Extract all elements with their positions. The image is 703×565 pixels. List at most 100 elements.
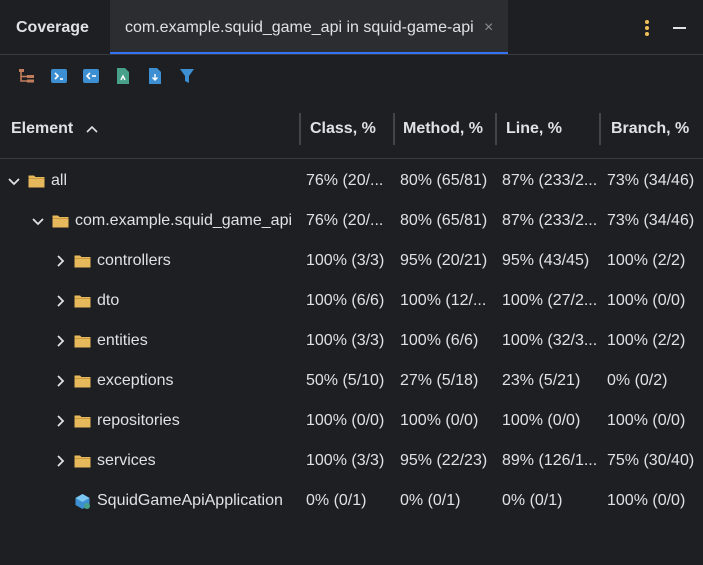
method-coverage-cell: 27% (5/18) [400,372,479,389]
table-header: Element Class, % Method, % Line, % Branc… [0,101,703,159]
branch-coverage-cell: 73% (34/46) [607,212,695,229]
class-coverage-cell: 76% (20/... [306,172,384,189]
method-coverage-cell: 0% (0/1) [400,492,461,509]
chevron-right-icon[interactable] [52,333,68,349]
line-coverage-cell: 23% (5/21) [502,372,581,389]
table-row[interactable]: controllers 100% (3/3) 95% (20/21) 95% (43/… [0,241,703,281]
line-coverage-cell: 87% (233/2... [502,212,598,229]
column-divider[interactable] [393,113,395,145]
line-coverage-cell: 0% (0/1) [502,492,563,509]
element-cell: services [52,441,156,481]
line-coverage-cell: 100% (0/0) [502,412,581,429]
element-name: entities [97,332,148,349]
chevron-right-icon[interactable] [52,413,68,429]
element-name: exceptions [97,372,174,389]
method-coverage-cell: 80% (65/81) [400,172,488,189]
more-options-icon[interactable] [641,20,653,36]
table-row[interactable]: entities 100% (3/3) 100% (6/6) 100% (32/3..… [0,321,703,361]
column-header-element[interactable]: Element [11,120,98,138]
table-row[interactable]: all 76% (20/... 80% (65/81) 87% (233/2... 73… [0,161,703,201]
flatten-packages-icon[interactable] [18,67,36,85]
folder-icon [74,334,91,348]
column-header-method[interactable]: Method, % [403,120,483,138]
line-coverage-cell: 95% (43/45) [502,252,590,269]
table-row[interactable]: SquidGameApiApplication 0% (0/1) 0% (0/1) 0… [0,481,703,521]
line-coverage-cell: 100% (27/2... [502,292,598,309]
line-coverage-cell: 89% (126/1... [502,452,598,469]
method-coverage-cell: 100% (12/... [400,292,487,309]
element-name: SquidGameApiApplication [97,492,283,509]
element-cell: all [6,161,67,201]
line-coverage-cell: 100% (32/3... [502,332,598,349]
branch-coverage-cell: 75% (30/40) [607,452,695,469]
export-icon[interactable] [146,67,164,85]
element-name: controllers [97,252,171,269]
element-cell: repositories [52,401,180,441]
branch-coverage-cell: 0% (0/2) [607,372,668,389]
column-divider[interactable] [299,113,301,145]
method-coverage-cell: 80% (65/81) [400,212,488,229]
chevron-right-icon[interactable] [52,453,68,469]
column-header-branch[interactable]: Branch, % [611,120,689,138]
folder-icon [28,174,45,188]
chevron-right-icon[interactable] [52,373,68,389]
element-name: dto [97,292,120,309]
folder-icon [74,454,91,468]
class-coverage-cell: 100% (6/6) [306,292,385,309]
method-coverage-cell: 100% (0/0) [400,412,479,429]
column-divider[interactable] [599,113,601,145]
minimize-icon[interactable] [672,20,688,36]
branch-coverage-cell: 73% (34/46) [607,172,695,189]
element-cell: exceptions [52,361,174,401]
close-icon[interactable]: × [484,19,493,37]
element-cell: entities [52,321,148,361]
table-row[interactable]: com.example.squid_game_api 76% (20/... 80%… [0,201,703,241]
branch-coverage-cell: 100% (2/2) [607,252,686,269]
folder-icon [74,374,91,388]
column-header-class[interactable]: Class, % [310,120,376,138]
class-coverage-cell: 100% (0/0) [306,412,385,429]
panel-title[interactable]: Coverage [16,19,89,37]
element-name: all [51,172,68,189]
branch-coverage-cell: 100% (0/0) [607,292,686,309]
tab-coverage-suite[interactable]: com.example.squid_game_api in squid-game… [110,0,508,54]
chevron-right-icon[interactable] [52,293,68,309]
tool-window-header: Coverage com.example.squid_game_api in s… [0,0,703,55]
table-row[interactable]: dto 100% (6/6) 100% (12/... 100% (27/2... 10… [0,281,703,321]
folder-icon [74,254,91,268]
method-coverage-cell: 95% (22/23) [400,452,488,469]
chevron-down-icon[interactable] [6,173,22,189]
element-cell: dto [52,281,119,321]
class-coverage-cell: 100% (3/3) [306,252,385,269]
application-class-icon [74,493,91,510]
class-coverage-cell: 100% (3/3) [306,332,385,349]
element-cell: SquidGameApiApplication [52,481,283,521]
method-coverage-cell: 100% (6/6) [400,332,479,349]
import-coverage-icon[interactable] [82,67,100,85]
column-divider[interactable] [495,113,497,145]
element-cell: com.example.squid_game_api [30,201,292,241]
generate-report-icon[interactable] [114,67,132,85]
tab-label[interactable]: com.example.squid_game_api in squid-game… [125,19,474,37]
sort-ascending-icon [86,120,98,138]
folder-icon [74,294,91,308]
folder-icon [74,414,91,428]
class-coverage-cell: 50% (5/10) [306,372,385,389]
class-coverage-cell: 100% (3/3) [306,452,385,469]
chevron-down-icon[interactable] [30,213,46,229]
element-name: services [97,452,156,469]
element-name: repositories [97,412,180,429]
chevron-right-icon[interactable] [52,253,68,269]
method-coverage-cell: 95% (20/21) [400,252,488,269]
class-coverage-cell: 76% (20/... [306,212,384,229]
class-coverage-cell: 0% (0/1) [306,492,367,509]
branch-coverage-cell: 100% (0/0) [607,412,686,429]
filter-icon[interactable] [178,67,196,85]
column-header-line[interactable]: Line, % [506,120,562,138]
navigate-to-source-icon[interactable] [50,67,68,85]
table-row[interactable]: exceptions 50% (5/10) 27% (5/18) 23% (5/21)… [0,361,703,401]
table-row[interactable]: repositories 100% (0/0) 100% (0/0) 100% (0/… [0,401,703,441]
column-header-label: Element [11,120,74,138]
table-row[interactable]: services 100% (3/3) 95% (22/23) 89% (126/1.… [0,441,703,481]
